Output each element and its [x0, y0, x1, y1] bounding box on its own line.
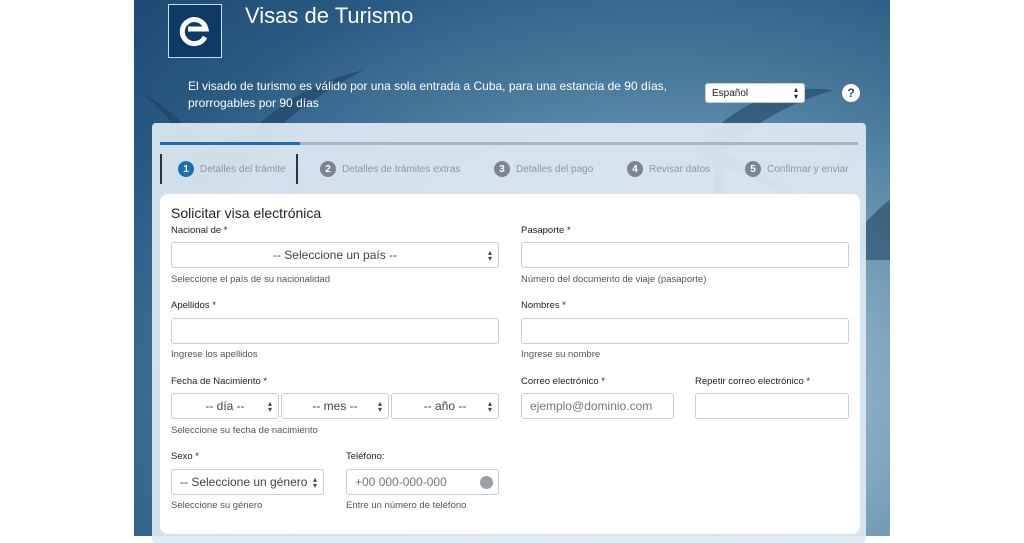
dia-value: -- día -- — [205, 399, 245, 413]
dia-select[interactable]: -- día -- ▴ ▾ — [171, 393, 279, 419]
select-caret-icon: ▴ ▾ — [312, 475, 317, 490]
step-number-2: 2 — [320, 161, 336, 177]
language-value: Español — [712, 87, 749, 99]
anio-select[interactable]: -- año -- ▴ ▾ — [391, 393, 499, 419]
nacionalidad-value: -- Seleccione un país -- — [272, 248, 398, 262]
correo-placeholder: ejemplo@dominio.com — [530, 399, 653, 413]
progress-bar — [160, 142, 858, 145]
nombres-hint: Ingrese su nombre — [521, 349, 601, 360]
correo-label: Correo electrónico * — [521, 376, 605, 387]
nacional-hint: Seleccione el país de su nacionalidad — [171, 274, 330, 285]
step-number-5: 5 — [745, 161, 761, 177]
logo-e-icon — [178, 14, 212, 48]
sexo-hint: Seleccione su género — [171, 500, 263, 511]
fecha-hint: Seleccione su fecha de nacimiento — [171, 425, 318, 436]
step-number-3: 3 — [494, 161, 510, 177]
apellidos-label: Apellidos * — [171, 300, 216, 311]
fecha-label: Fecha de Nacimiento * — [171, 376, 268, 387]
apellidos-input[interactable] — [171, 318, 499, 344]
step-label-5: Confirmar y enviar — [767, 163, 849, 175]
flag-icon[interactable] — [480, 476, 493, 489]
step-4[interactable]: 4 Revisar datos — [627, 154, 710, 184]
apellidos-hint: Ingrese los apellidos — [171, 349, 258, 360]
step-5[interactable]: 5 Confirmar y enviar — [745, 154, 849, 184]
telefono-label: Teléfono: — [346, 451, 385, 462]
mes-value: -- mes -- — [312, 399, 358, 413]
mes-select[interactable]: -- mes -- ▴ ▾ — [281, 393, 389, 419]
select-caret-icon: ▴ ▾ — [377, 399, 382, 414]
language-select[interactable]: Español ▴ ▾ — [705, 83, 805, 103]
step-label-3: Detalles del pago — [516, 163, 594, 175]
form-title: Solicitar visa electrónica — [171, 205, 322, 221]
step-1[interactable]: 1 Detalles del trámite — [160, 154, 298, 184]
nombres-input[interactable] — [521, 318, 849, 344]
sexo-select[interactable]: -- Seleccione un género ▴ ▾ — [171, 469, 324, 495]
nacional-label: Nacional de * — [171, 225, 228, 236]
pasaporte-hint: Número del documento de viaje (pasaporte… — [521, 274, 707, 285]
select-caret-icon: ▴ ▾ — [487, 248, 492, 263]
select-caret-icon: ▴ ▾ — [793, 85, 798, 101]
pasaporte-label: Pasaporte * — [521, 225, 571, 236]
page-title: Visas de Turismo — [245, 3, 414, 28]
correo-input[interactable]: ejemplo@dominio.com — [521, 393, 674, 419]
nombres-label: Nombres * — [521, 300, 566, 311]
steps-nav: 1 Detalles del trámite 2 Detalles de trá… — [160, 154, 858, 184]
step-number-1: 1 — [178, 161, 194, 177]
progress-fill — [160, 142, 300, 145]
telefono-hint: Entre un número de teléfono — [346, 500, 467, 511]
nacionalidad-select[interactable]: -- Seleccione un país -- ▴ ▾ — [171, 242, 499, 268]
site-logo — [168, 4, 222, 58]
step-number-4: 4 — [627, 161, 643, 177]
sexo-label: Sexo * — [171, 451, 199, 462]
step-3[interactable]: 3 Detalles del pago — [494, 154, 593, 184]
help-icon: ? — [847, 86, 855, 100]
repetir-correo-label: Repetir correo electrónico * — [695, 376, 811, 387]
telefono-input[interactable]: +00 000-000-000 — [346, 469, 499, 495]
repetir-correo-input[interactable] — [695, 393, 849, 419]
telefono-placeholder: +00 000-000-000 — [355, 475, 447, 489]
step-label-2: Detalles de trámites extras — [342, 163, 461, 175]
help-button[interactable]: ? — [842, 84, 860, 102]
select-caret-icon: ▴ ▾ — [267, 399, 272, 414]
pasaporte-input[interactable] — [521, 242, 849, 268]
step-label-1: Detalles del trámite — [200, 163, 286, 175]
sexo-value: -- Seleccione un género — [180, 475, 308, 489]
step-2[interactable]: 2 Detalles de trámites extras — [320, 154, 460, 184]
select-caret-icon: ▴ ▾ — [487, 399, 492, 414]
step-label-4: Revisar datos — [649, 163, 711, 175]
anio-value: -- año -- — [423, 399, 467, 413]
page-subtitle: El visado de turismo es válido por una s… — [188, 79, 667, 110]
